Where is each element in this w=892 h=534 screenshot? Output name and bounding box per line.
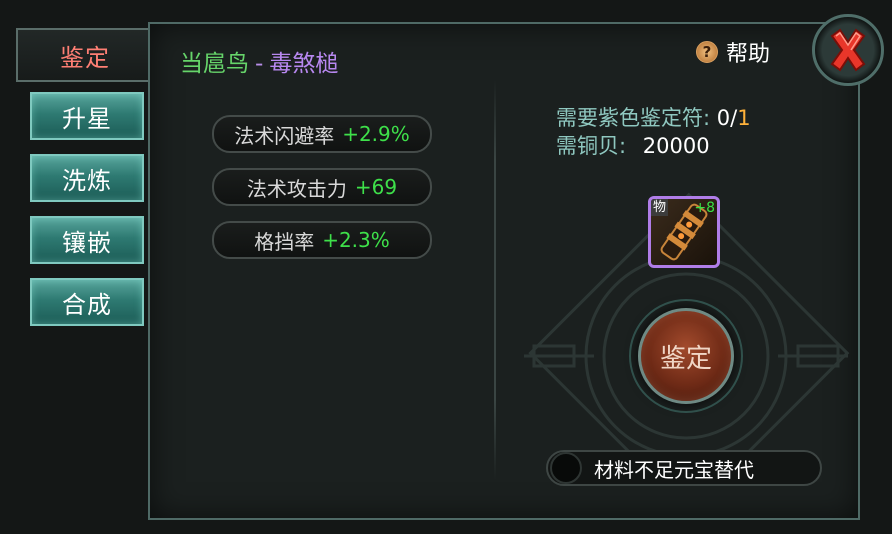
item-plus-level: +8	[694, 200, 715, 216]
item-owner-name: 当扈鸟	[180, 51, 249, 77]
identify-button[interactable]: 鉴定	[638, 308, 734, 404]
copper-label: 需铜贝:	[556, 134, 627, 158]
substitute-label: 材料不足元宝替代	[594, 457, 754, 482]
item-type-tag: 物	[651, 199, 669, 216]
tab-combine[interactable]: 合成	[30, 278, 144, 326]
item-title: 当扈鸟 - 毒煞槌	[180, 44, 338, 78]
title-separator: -	[255, 51, 264, 77]
symbol-need: 1	[737, 106, 751, 130]
attribute-name: 格挡率	[254, 229, 315, 254]
help-label: 帮助	[726, 42, 771, 67]
tab-upgrade-star[interactable]: 升星	[30, 92, 144, 140]
item-name: 毒煞槌	[269, 51, 339, 77]
attribute-value: +2.3%	[322, 228, 390, 252]
attribute-row: 法术闪避率 +2.9%	[212, 115, 432, 153]
attribute-value: +69	[354, 175, 398, 199]
ingot-substitute-toggle[interactable]: 材料不足元宝替代	[546, 450, 822, 486]
close-button[interactable]	[812, 14, 884, 86]
help-button[interactable]: ? 帮助	[696, 36, 770, 68]
attribute-name: 法术闪避率	[234, 123, 335, 148]
item-slot[interactable]: 物 +8	[648, 196, 720, 268]
copper-value: 20000	[642, 134, 710, 158]
attribute-value: +2.9%	[342, 122, 410, 146]
panel-divider	[494, 80, 496, 480]
close-x-icon	[830, 28, 866, 72]
copper-requirement: 需铜贝: 20000	[556, 130, 710, 160]
attribute-row: 格挡率 +2.3%	[212, 221, 432, 259]
tab-inlay[interactable]: 镶嵌	[30, 216, 144, 264]
tab-refine[interactable]: 洗炼	[30, 154, 144, 202]
symbol-have: 0/	[716, 106, 738, 130]
substitute-checkbox[interactable]	[550, 452, 582, 484]
symbol-requirement: 需要紫色鉴定符: 0/1	[556, 102, 751, 132]
symbol-label: 需要紫色鉴定符:	[556, 106, 711, 130]
question-icon: ?	[696, 41, 718, 63]
attribute-name: 法术攻击力	[246, 176, 347, 201]
attribute-row: 法术攻击力 +69	[212, 168, 432, 206]
tab-identify[interactable]: 鉴定	[16, 28, 152, 82]
